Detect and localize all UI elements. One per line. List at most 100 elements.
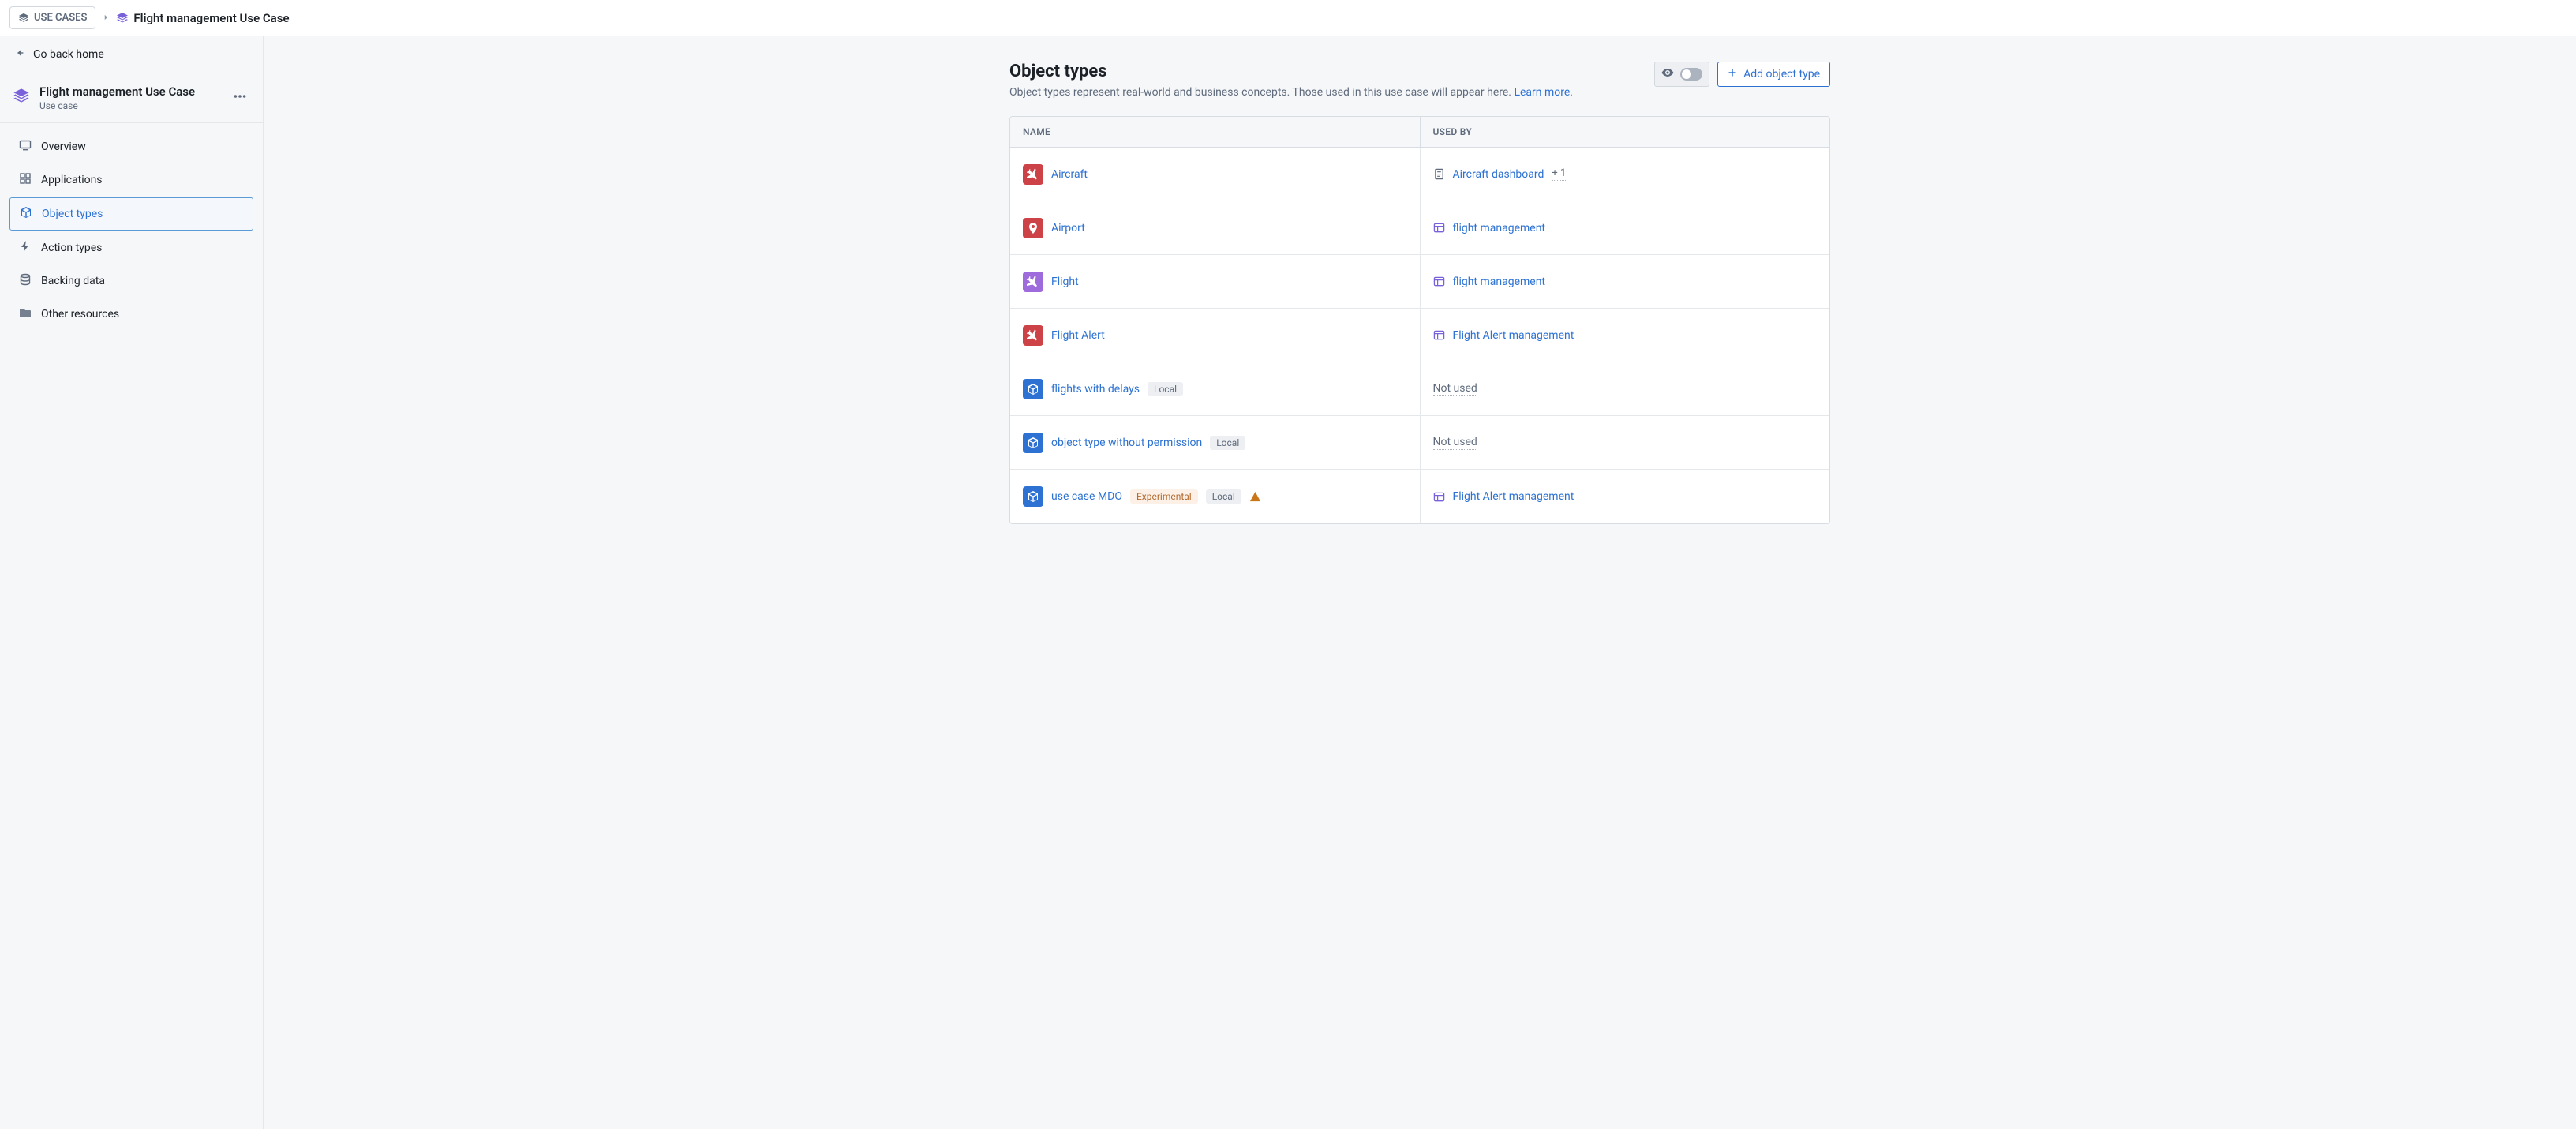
not-used-label: Not used — [1433, 436, 1477, 450]
cell-used-by: Flight Alert management — [1421, 309, 1830, 362]
sidebar-item-other-resources[interactable]: Other resources — [9, 298, 253, 330]
object-type-link[interactable]: use case MDO — [1051, 490, 1122, 503]
page-subtitle: Object types represent real-world and bu… — [1009, 86, 1573, 99]
sidebar-item-label: Object types — [42, 208, 103, 220]
layers-icon — [13, 88, 30, 108]
table-row: use case MDO Experimental Local Flight Aler… — [1010, 470, 1829, 523]
sidebar-title-sub: Use case — [39, 100, 220, 111]
sidebar-item-action-types[interactable]: Action types — [9, 232, 253, 264]
breadcrumb: USE CASES Flight management Use Case — [0, 0, 2576, 36]
app-icon — [1433, 276, 1445, 287]
cell-name: Flight Alert — [1010, 309, 1421, 362]
table-row: Flight flight management — [1010, 255, 1829, 309]
sidebar-item-label: Applications — [41, 174, 103, 186]
sidebar-title: Flight management Use Case Use case — [0, 73, 263, 123]
sidebar-item-label: Action types — [41, 242, 102, 254]
sidebar-item-object-types[interactable]: Object types — [9, 197, 253, 231]
sidebar-nav: Overview Applications Object types Actio… — [0, 123, 263, 338]
app-icon — [1433, 329, 1445, 341]
object-types-table: NAME USED BY Aircraft Aircraft dashboard +… — [1009, 116, 1830, 524]
sidebar-item-backing-data[interactable]: Backing data — [9, 265, 253, 297]
cell-name: flights with delays Local — [1010, 362, 1421, 415]
plane-icon — [1023, 272, 1043, 292]
sidebar: Go back home Flight management Use Case … — [0, 36, 264, 1129]
object-type-link[interactable]: Airport — [1051, 222, 1085, 234]
used-by-link[interactable]: Flight Alert management — [1453, 490, 1574, 503]
page-title: Object types — [1009, 62, 1573, 81]
sidebar-item-applications[interactable]: Applications — [9, 164, 253, 196]
go-back-home[interactable]: Go back home — [0, 36, 263, 73]
page-subtitle-text: Object types represent real-world and bu… — [1009, 86, 1514, 99]
visibility-toggle[interactable] — [1654, 62, 1709, 87]
breadcrumb-root[interactable]: USE CASES — [9, 6, 95, 29]
object-type-link[interactable]: Aircraft — [1051, 168, 1088, 181]
cell-name: Flight — [1010, 255, 1421, 308]
chevron-right-icon — [102, 12, 110, 24]
pin-icon — [1023, 218, 1043, 238]
not-used-label: Not used — [1433, 382, 1477, 396]
tag-local: Local — [1206, 489, 1241, 504]
cube-icon — [20, 206, 32, 222]
cell-used-by: flight management — [1421, 201, 1830, 254]
monitor-icon — [19, 139, 32, 155]
plus-icon — [1728, 68, 1737, 81]
cell-used-by: flight management — [1421, 255, 1830, 308]
warning-icon — [1249, 491, 1261, 503]
used-by-link[interactable]: Aircraft dashboard — [1453, 168, 1544, 181]
main-content: Object types Object types represent real… — [264, 36, 2576, 1129]
plane-icon — [1023, 164, 1043, 185]
breadcrumb-current-label: Flight management Use Case — [133, 11, 289, 25]
go-back-label: Go back home — [33, 48, 104, 61]
grid-icon — [19, 172, 32, 188]
tag-experimental: Experimental — [1130, 489, 1198, 504]
cell-used-by: Not used — [1421, 362, 1830, 415]
used-by-link[interactable]: Flight Alert management — [1453, 329, 1574, 342]
cell-name: use case MDO Experimental Local — [1010, 470, 1421, 523]
folder-icon — [19, 306, 32, 322]
cube-icon — [1023, 379, 1043, 399]
table-row: flights with delays Local Not used — [1010, 362, 1829, 416]
table-row: Airport flight management — [1010, 201, 1829, 255]
column-header-used-by: USED BY — [1421, 117, 1830, 147]
cell-name: Airport — [1010, 201, 1421, 254]
app-icon — [1433, 222, 1445, 234]
table-row: Flight Alert Flight Alert management — [1010, 309, 1829, 362]
cell-name: Aircraft — [1010, 148, 1421, 201]
layers-icon — [116, 12, 129, 24]
breadcrumb-root-label: USE CASES — [34, 12, 87, 24]
sidebar-item-label: Backing data — [41, 275, 105, 287]
cube-icon — [1023, 486, 1043, 507]
breadcrumb-current: Flight management Use Case — [116, 11, 289, 25]
cell-name: object type without permission Local — [1010, 416, 1421, 469]
tag-local: Local — [1148, 382, 1183, 396]
doc-icon — [1433, 168, 1445, 180]
database-icon — [19, 273, 32, 289]
object-type-link[interactable]: Flight — [1051, 276, 1079, 288]
table-row: object type without permission Local Not u… — [1010, 416, 1829, 470]
used-by-link[interactable]: flight management — [1453, 222, 1546, 234]
cube-icon — [1023, 433, 1043, 453]
sidebar-item-label: Overview — [41, 141, 86, 153]
tag-local: Local — [1210, 436, 1245, 450]
more-menu-button[interactable] — [230, 86, 250, 110]
table-row: Aircraft Aircraft dashboard + 1 — [1010, 148, 1829, 201]
object-type-link[interactable]: object type without permission — [1051, 437, 1202, 449]
layers-icon — [18, 13, 29, 24]
bolt-icon — [19, 240, 32, 256]
object-type-link[interactable]: flights with delays — [1051, 383, 1140, 395]
cell-used-by: Not used — [1421, 416, 1830, 469]
sidebar-item-label: Other resources — [41, 308, 119, 320]
used-by-link[interactable]: flight management — [1453, 276, 1546, 288]
add-object-type-button[interactable]: Add object type — [1717, 62, 1830, 87]
sidebar-item-overview[interactable]: Overview — [9, 131, 253, 163]
object-type-link[interactable]: Flight Alert — [1051, 329, 1105, 342]
app-icon — [1433, 491, 1445, 503]
used-by-more[interactable]: + 1 — [1552, 167, 1566, 181]
column-header-name: NAME — [1010, 117, 1421, 147]
learn-more-link[interactable]: Learn more — [1514, 86, 1570, 99]
sidebar-title-main: Flight management Use Case — [39, 84, 220, 99]
plane-icon — [1023, 325, 1043, 346]
cell-used-by: Flight Alert management — [1421, 470, 1830, 523]
arrow-left-icon — [14, 47, 25, 62]
add-button-label: Add object type — [1743, 68, 1820, 81]
